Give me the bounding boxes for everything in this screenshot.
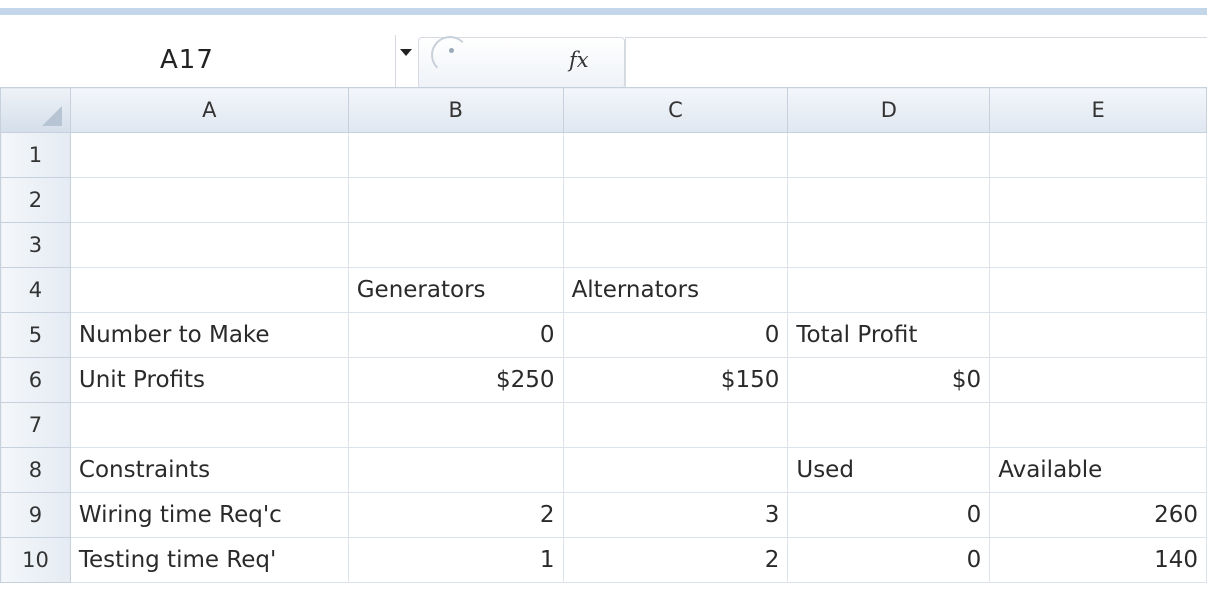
cell-a4[interactable] [69,267,349,313]
column-header-e[interactable]: E [989,87,1207,133]
row-header[interactable]: 6 [0,357,71,403]
cell-e5[interactable] [989,312,1207,358]
cell-b5[interactable]: 0 [347,312,564,358]
cell-a5[interactable]: Number to Make [69,312,349,358]
formula-circle-icon [431,36,469,74]
row-header[interactable]: 5 [0,312,71,358]
cell-d5[interactable]: Total Profit [787,312,991,358]
formula-input[interactable] [625,37,1207,89]
sheet-table: A B C D E 1 2 3 4 Generators Alternators… [0,87,1207,583]
cell-c9[interactable]: 3 [562,492,789,538]
name-box[interactable]: A17 [0,35,396,89]
cell-e2[interactable] [989,177,1207,223]
cell-d9[interactable]: 0 [787,492,991,538]
cell-c10[interactable]: 2 [562,537,789,583]
row-header[interactable]: 4 [0,267,71,313]
cell-a3[interactable] [69,222,349,268]
column-header-row: A B C D E [0,87,1207,133]
cell-b8[interactable] [347,447,564,493]
cell-a10[interactable]: Testing time Req' [69,537,349,583]
cell-b1[interactable] [347,132,564,178]
cell-c4[interactable]: Alternators [562,267,789,313]
table-row: 3 [0,222,1207,268]
cell-e6[interactable] [989,357,1207,403]
cell-d7[interactable] [787,402,991,448]
cell-a2[interactable] [69,177,349,223]
column-header-d[interactable]: D [787,87,991,133]
cell-c8[interactable] [562,447,789,493]
row-header[interactable]: 10 [0,537,71,583]
ribbon-bottom-band [0,8,1207,15]
table-row: 6 Unit Profits $250 $150 $0 [0,357,1207,403]
cell-e8[interactable]: Available [989,447,1207,493]
row-header[interactable]: 3 [0,222,71,268]
cell-d3[interactable] [787,222,991,268]
cell-d1[interactable] [787,132,991,178]
row-header[interactable]: 8 [0,447,71,493]
table-row: 4 Generators Alternators [0,267,1207,313]
cell-c2[interactable] [562,177,789,223]
cell-e3[interactable] [989,222,1207,268]
cell-e9[interactable]: 260 [989,492,1207,538]
cell-b9[interactable]: 2 [347,492,564,538]
cell-c1[interactable] [562,132,789,178]
cell-d6[interactable]: $0 [787,357,991,403]
cell-e4[interactable] [989,267,1207,313]
cell-a1[interactable] [69,132,349,178]
window-top-edge [0,0,1207,8]
table-row: 8 Constraints Used Available [0,447,1207,493]
cell-b10[interactable]: 1 [347,537,564,583]
cell-c6[interactable]: $150 [562,357,789,403]
cell-d2[interactable] [787,177,991,223]
cell-b6[interactable]: $250 [347,357,564,403]
cell-c5[interactable]: 0 [562,312,789,358]
cell-c3[interactable] [562,222,789,268]
cell-b2[interactable] [347,177,564,223]
column-header-c[interactable]: C [562,87,789,133]
cell-e1[interactable] [989,132,1207,178]
row-header[interactable]: 1 [0,132,71,178]
cell-d8[interactable]: Used [787,447,991,493]
cell-b7[interactable] [347,402,564,448]
table-row: 1 [0,132,1207,178]
row-header[interactable]: 9 [0,492,71,538]
chevron-down-icon[interactable] [400,49,412,56]
table-row: 5 Number to Make 0 0 Total Profit [0,312,1207,358]
cell-d10[interactable]: 0 [787,537,991,583]
table-row: 2 [0,177,1207,223]
name-box-value: A17 [160,45,214,75]
row-header[interactable]: 7 [0,402,71,448]
table-row: 9 Wiring time Req'c 2 3 0 260 [0,492,1207,538]
cell-d4[interactable] [787,267,991,313]
cell-b3[interactable] [347,222,564,268]
table-row: 10 Testing time Req' 1 2 0 140 [0,537,1207,583]
column-header-b[interactable]: B [347,87,564,133]
spreadsheet-grid: A B C D E 1 2 3 4 Generators Alternators… [0,87,1207,583]
select-all-corner[interactable] [0,87,71,133]
cell-a7[interactable] [69,402,349,448]
row-header[interactable]: 2 [0,177,71,223]
select-all-icon [41,106,62,126]
formula-bar: A17 fx [0,15,1207,89]
cell-a9[interactable]: Wiring time Req'c [69,492,349,538]
formula-controls: fx [418,36,625,89]
cell-e7[interactable] [989,402,1207,448]
table-row: 7 [0,402,1207,448]
column-header-a[interactable]: A [69,87,349,133]
cell-b4[interactable]: Generators [347,267,564,313]
cell-e10[interactable]: 140 [989,537,1207,583]
cell-a8[interactable]: Constraints [69,447,349,493]
insert-function-button[interactable]: fx [569,48,589,72]
cell-c7[interactable] [562,402,789,448]
cell-a6[interactable]: Unit Profits [69,357,349,403]
